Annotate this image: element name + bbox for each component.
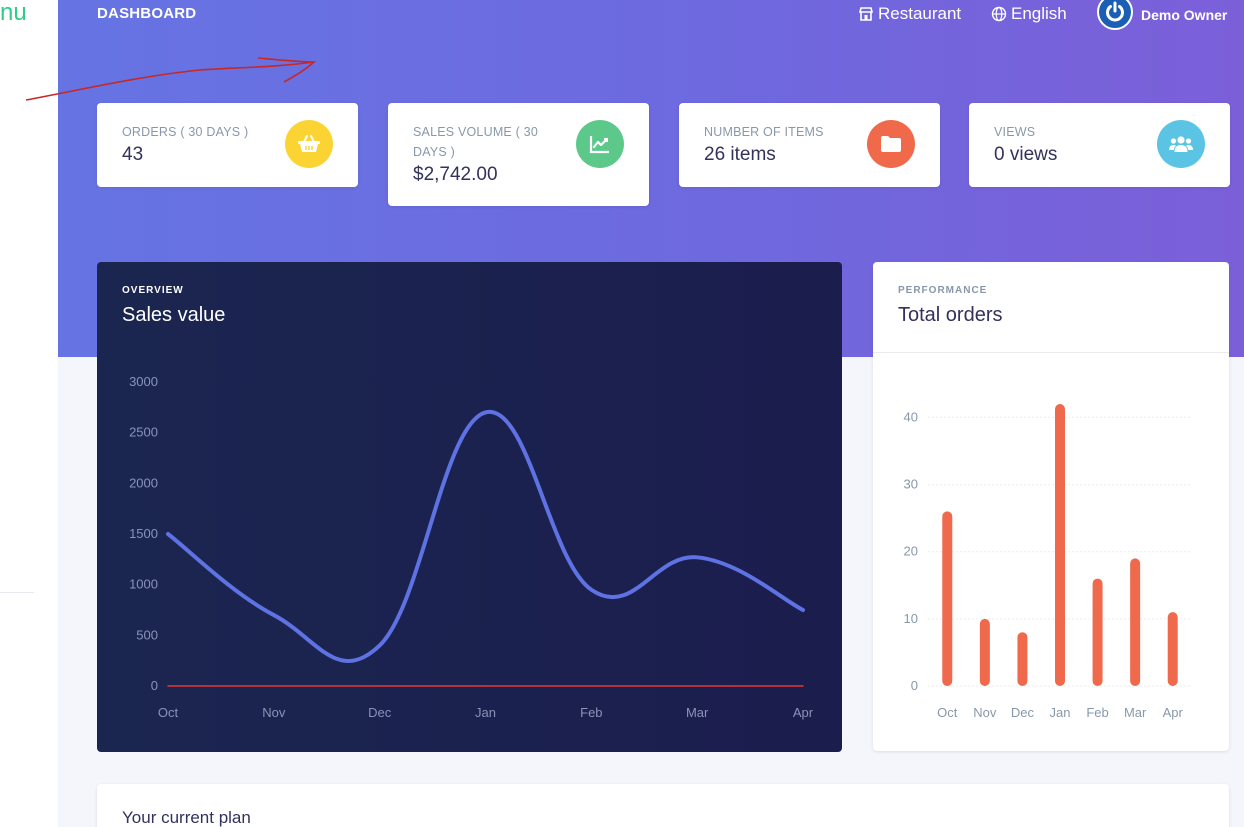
language-selector[interactable]: English — [991, 0, 1067, 28]
stat-value: 26 items — [704, 144, 776, 165]
power-icon — [1106, 1, 1124, 22]
sales-value-card: OVERVIEW Sales value 0 500 1000 1500 2000 250… — [97, 262, 842, 752]
bar[interactable] — [1017, 632, 1028, 686]
x-tick-label: Apr — [793, 705, 814, 720]
x-tick-label: Apr — [1163, 705, 1184, 720]
x-tick-label: Feb — [1086, 705, 1108, 720]
y-tick-label: 1000 — [129, 577, 158, 592]
y-tick-label: 20 — [904, 544, 918, 559]
stat-card-items: NUMBER OF ITEMS 26 items — [679, 103, 940, 187]
chart-line-icon — [589, 136, 609, 154]
stat-card-views: VIEWS 0 views — [969, 103, 1230, 187]
globe-icon — [991, 6, 1007, 22]
language-label: English — [1011, 4, 1067, 23]
stat-icon-wrapper — [576, 120, 624, 168]
x-tick-label: Oct — [937, 705, 958, 720]
folder-icon — [881, 136, 901, 152]
bar[interactable] — [1167, 612, 1178, 686]
stat-card-sales-volume: SALES VOLUME ( 30 DAYS ) $2,742.00 — [388, 103, 649, 206]
stat-label: NUMBER OF ITEMS — [704, 125, 824, 139]
bar[interactable] — [1055, 404, 1065, 686]
page-title[interactable]: DASHBOARD — [97, 5, 196, 22]
stat-icon-wrapper — [867, 120, 915, 168]
y-tick-label: 1500 — [129, 526, 158, 541]
y-tick-label: 2500 — [129, 425, 158, 440]
basket-icon — [298, 135, 320, 152]
user-menu[interactable]: Demo Owner — [1097, 0, 1227, 30]
red-arrow-annotation — [25, 57, 317, 101]
y-tick-label: 0 — [151, 678, 158, 693]
bar[interactable] — [942, 511, 953, 686]
plan-card: Your current plan — [97, 784, 1229, 827]
y-tick-label: 30 — [904, 477, 918, 492]
x-tick-label: Oct — [158, 705, 179, 720]
x-tick-label: Nov — [262, 705, 286, 720]
y-tick-label: 3000 — [129, 374, 158, 389]
y-tick-label: 10 — [904, 611, 918, 626]
x-tick-label: Mar — [686, 705, 709, 720]
stat-value: $2,742.00 — [413, 164, 498, 185]
bar[interactable] — [1130, 558, 1141, 686]
stat-value: 43 — [122, 144, 144, 165]
stat-icon-wrapper — [1157, 120, 1205, 168]
stat-card-orders: ORDERS ( 30 DAYS ) 43 — [97, 103, 358, 187]
y-tick-label: 0 — [911, 678, 918, 693]
bar[interactable] — [979, 618, 990, 686]
sidebar: nu — [0, 0, 58, 827]
plan-title: Your current plan — [122, 808, 251, 827]
x-tick-label: Dec — [1011, 705, 1035, 720]
x-tick-label: Nov — [973, 705, 997, 720]
restaurant-link[interactable]: Restaurant — [858, 0, 961, 28]
stat-label: VIEWS — [994, 125, 1036, 139]
restaurant-label: Restaurant — [878, 4, 962, 23]
y-tick-label: 40 — [904, 409, 918, 424]
sidebar-divider — [0, 592, 34, 593]
stat-label: SALES VOLUME ( 30 DAYS ) — [413, 125, 538, 159]
user-name: Demo Owner — [1141, 7, 1228, 23]
sales-series-line — [166, 410, 805, 663]
x-tick-label: Feb — [580, 705, 602, 720]
stat-icon-wrapper — [285, 120, 333, 168]
bar[interactable] — [1092, 578, 1103, 686]
y-tick-label: 500 — [136, 627, 158, 642]
sales-line-chart: 0 500 1000 1500 2000 2500 3000 Oct Nov Dec Jan Feb M… — [129, 374, 814, 720]
stat-value: 0 views — [994, 144, 1058, 165]
x-tick-label: Dec — [368, 705, 392, 720]
avatar[interactable] — [1097, 0, 1133, 30]
stat-label: ORDERS ( 30 DAYS ) — [122, 125, 249, 139]
y-tick-label: 2000 — [129, 475, 158, 490]
x-tick-label: Mar — [1124, 705, 1147, 720]
store-icon — [858, 7, 874, 21]
orders-bar-chart: 0 10 20 30 40 Oct Nov Dec Jan Feb Mar Apr — [904, 404, 1191, 720]
x-tick-label: Jan — [1050, 705, 1071, 720]
x-tick-label: Jan — [475, 705, 496, 720]
users-icon — [1169, 136, 1193, 152]
total-orders-card: PERFORMANCE Total orders 0 10 20 30 40 Oct Nov… — [873, 262, 1229, 751]
sidebar-menu-fragment[interactable]: nu — [0, 0, 27, 26]
